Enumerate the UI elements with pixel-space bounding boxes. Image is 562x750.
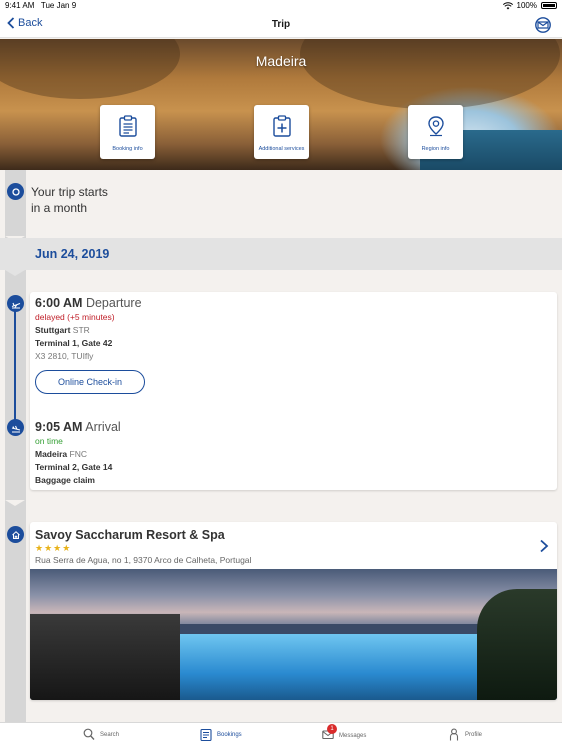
tab-search-label: Search <box>100 731 120 738</box>
chevron-right-icon[interactable] <box>539 539 549 553</box>
tab-profile-label: Profile <box>465 731 483 738</box>
destination-title: Madeira <box>255 53 307 69</box>
page-title: Trip <box>271 19 291 30</box>
hero-rock-shape <box>300 39 560 109</box>
trip-start-marker <box>7 183 24 200</box>
trip-start-text: Your trip starts in a month <box>31 184 108 216</box>
hotel-card[interactable]: Savoy Saccharum Resort & Spa ★★★★ Rua Se… <box>30 522 557 700</box>
flight-card: 6:00 AM Departure delayed (+5 minutes) S… <box>30 292 557 490</box>
arrival-label: Arrival <box>85 420 121 434</box>
baggage-claim: Baggage claim <box>35 475 95 485</box>
region-info-label: Region info <box>421 146 450 152</box>
hotel-photo <box>30 569 557 700</box>
circle-icon <box>11 187 20 196</box>
status-bar: 9:41 AM Tue Jan 9 100% <box>0 0 562 12</box>
messages-badge: 1 <box>327 724 337 734</box>
hero-rock-shape <box>0 39 180 99</box>
date-header: Jun 24, 2019 <box>0 238 562 270</box>
arrival-heading: 9:05 AM Arrival <box>35 420 121 434</box>
battery-percent: 100% <box>516 1 537 10</box>
timeline-notch <box>5 270 25 276</box>
tab-profile[interactable]: Profile <box>448 728 482 741</box>
clipboard-icon <box>118 115 137 137</box>
hotel-marker <box>7 526 24 543</box>
photo-horizon <box>180 624 480 634</box>
flight-timeline-line <box>14 305 16 425</box>
region-info-button[interactable]: Region info <box>408 105 463 159</box>
plane-arrival-icon <box>11 425 20 433</box>
departure-status: delayed (+5 minutes) <box>35 312 115 322</box>
departure-marker <box>7 295 24 312</box>
departure-label: Departure <box>85 296 142 310</box>
arrival-code: FNC <box>69 449 87 459</box>
departure-heading: 6:00 AM Departure <box>35 296 142 310</box>
trip-date: Jun 24, 2019 <box>35 247 110 261</box>
tab-search[interactable]: Search <box>83 728 119 741</box>
tab-messages-label: Messages <box>339 732 367 739</box>
additional-services-label: Additional services <box>258 146 305 152</box>
tab-bookings[interactable]: Bookings <box>200 728 242 741</box>
arrival-airport: Madeira FNC <box>35 449 87 459</box>
battery-icon <box>541 2 557 9</box>
hotel-name: Savoy Saccharum Resort & Spa <box>35 528 225 542</box>
status-time: 9:41 AM Tue Jan 9 <box>5 1 77 10</box>
tab-bar: Search Bookings 1 Messages Profile <box>0 722 562 750</box>
person-icon <box>449 728 459 741</box>
departure-airport: Stuttgart STR <box>35 325 90 335</box>
flight-number: X3 2810, TUIfly <box>35 351 94 361</box>
booking-info-button[interactable]: Booking info <box>100 105 155 159</box>
destination-hero-image: Madeira Booking info Additional services… <box>0 39 562 170</box>
hotel-stars: ★★★★ <box>35 543 72 553</box>
messages-icon-wrap: 1 <box>322 724 337 743</box>
clipboard-plus-icon <box>272 115 291 137</box>
departure-code: STR <box>72 325 90 335</box>
departure-city: Stuttgart <box>35 325 71 335</box>
photo-cliff <box>477 589 557 700</box>
wifi-icon <box>502 1 513 9</box>
arrival-city: Madeira <box>35 449 68 459</box>
arrival-time: 9:05 AM <box>35 420 83 434</box>
arrival-status: on time <box>35 436 63 446</box>
house-icon <box>11 530 20 539</box>
arrival-terminal: Terminal 2, Gate 14 <box>35 462 113 472</box>
hotel-address: Rua Serra de Agua, no 1, 9370 Arco de Ca… <box>35 555 252 565</box>
tab-bookings-label: Bookings <box>217 731 242 738</box>
status-right: 100% <box>502 1 557 10</box>
timeline-notch <box>5 500 25 506</box>
trip-start-line1: Your trip starts <box>31 185 108 199</box>
navigation-bar: Back Trip <box>0 12 562 38</box>
arrival-marker <box>7 419 24 436</box>
plane-departure-icon <box>11 302 20 309</box>
additional-services-button[interactable]: Additional services <box>254 105 309 159</box>
booking-info-label: Booking info <box>112 146 143 152</box>
departure-terminal: Terminal 1, Gate 42 <box>35 338 113 348</box>
search-icon <box>83 728 95 740</box>
departure-time: 6:00 AM <box>35 296 83 310</box>
online-check-in-button[interactable]: Online Check-in <box>35 370 145 394</box>
bookings-icon <box>200 728 212 741</box>
trip-start-line2: in a month <box>31 201 88 215</box>
photo-deck <box>30 614 180 700</box>
map-pin-icon <box>427 116 444 137</box>
tab-messages[interactable]: 1 Messages <box>322 724 367 743</box>
itinerary-share-icon[interactable] <box>534 16 552 34</box>
